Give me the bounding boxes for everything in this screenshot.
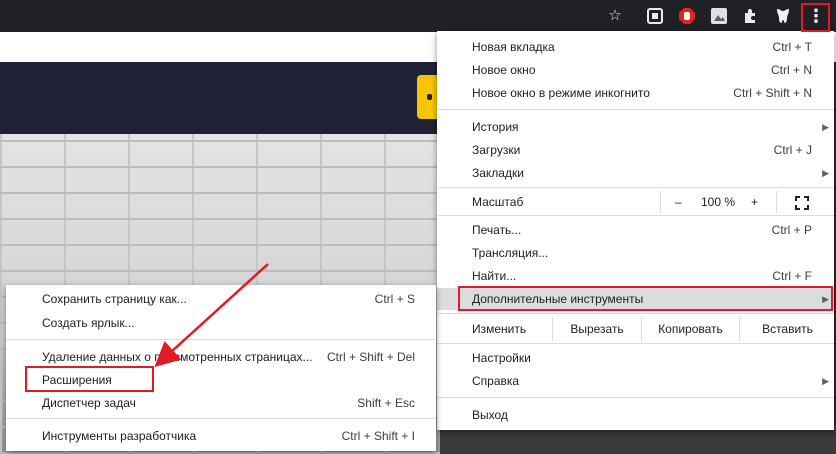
arrow-annotation-icon — [154, 263, 269, 368]
